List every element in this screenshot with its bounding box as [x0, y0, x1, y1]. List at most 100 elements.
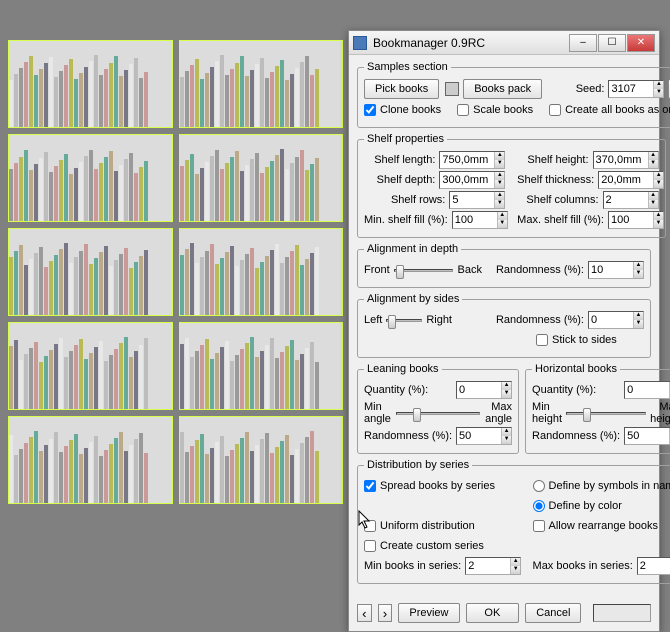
- shelf-rows-label: Shelf rows:: [364, 194, 445, 206]
- spinner-arrows-icon[interactable]: ▲▼: [501, 428, 511, 444]
- uniform-checkbox[interactable]: [364, 520, 376, 532]
- horiz-rand-spinner[interactable]: ▲▼: [624, 427, 670, 445]
- depth-rand-label: Randomness (%):: [496, 264, 584, 276]
- bookmanager-dialog: Bookmanager 0.9RC – ☐ ✕ Samples section …: [348, 30, 660, 632]
- shelf-thickness-spinner[interactable]: ▲▼: [598, 171, 664, 189]
- spinner-arrows-icon[interactable]: ▲▼: [497, 212, 507, 228]
- lean-qty-label: Quantity (%):: [364, 384, 452, 396]
- lean-rand-spinner[interactable]: ▲▼: [456, 427, 512, 445]
- horiz-qty-spinner[interactable]: ▲▼: [624, 381, 670, 399]
- lean-rand-label: Randomness (%):: [364, 430, 452, 442]
- stick-sides-checkbox[interactable]: [536, 334, 548, 346]
- depth-slider[interactable]: [394, 262, 454, 278]
- pick-books-swatch[interactable]: [445, 82, 459, 96]
- shelf-cell: [179, 134, 344, 222]
- pick-books-button[interactable]: Pick books: [364, 79, 439, 99]
- distribution-section: Distribution by series Spread books by s…: [357, 459, 670, 584]
- spinner-arrows-icon[interactable]: ▲▼: [510, 558, 520, 574]
- window-title: Bookmanager 0.9RC: [373, 36, 569, 50]
- shelf-cell: [8, 416, 173, 504]
- nav-prev-button[interactable]: ‹: [357, 604, 372, 622]
- min-series-spinner[interactable]: ▲▼: [465, 557, 521, 575]
- uniform-label: Uniform distribution: [380, 520, 475, 532]
- sides-rand-spinner[interactable]: ▲▼: [588, 311, 644, 329]
- lean-qty-spinner[interactable]: ▲▼: [456, 381, 512, 399]
- height-slider[interactable]: [566, 405, 646, 421]
- maximize-button[interactable]: ☐: [598, 34, 626, 52]
- shelf-length-label: Shelf length:: [364, 154, 435, 166]
- max-series-label: Max books in series:: [533, 560, 633, 572]
- shelf-rows-spinner[interactable]: ▲▼: [449, 191, 505, 209]
- spinner-arrows-icon[interactable]: ▲▼: [494, 172, 504, 188]
- define-symbols-radio[interactable]: [533, 480, 545, 492]
- nav-next-button[interactable]: ›: [378, 604, 393, 622]
- spinner-arrows-icon[interactable]: ▲▼: [648, 152, 658, 168]
- define-color-radio[interactable]: [533, 500, 545, 512]
- max-shelf-fill-label: Max. shelf fill (%):: [517, 214, 604, 226]
- shelf-properties-section: Shelf properties Shelf length:▲▼ Shelf h…: [357, 133, 666, 238]
- alignment-depth-section: Alignment in depth Front Back Randomness…: [357, 243, 651, 288]
- sides-slider[interactable]: [386, 312, 422, 328]
- create-all-checkbox[interactable]: [549, 104, 561, 116]
- horizontal-books-section: Horizontal books Quantity (%):▲▼ Min hei…: [525, 363, 670, 454]
- shelf-length-spinner[interactable]: ▲▼: [439, 151, 505, 169]
- allow-rearrange-label: Allow rearrange books: [549, 520, 658, 532]
- spinner-arrows-icon[interactable]: ▲▼: [501, 382, 511, 398]
- close-button[interactable]: ✕: [627, 34, 655, 52]
- min-shelf-fill-label: Min. shelf fill (%):: [364, 214, 448, 226]
- books-pack-button[interactable]: Books pack: [463, 79, 542, 99]
- define-color-label: Define by color: [549, 500, 622, 512]
- angle-slider[interactable]: [396, 405, 480, 421]
- define-symbols-label: Define by symbols in name:: [549, 480, 670, 492]
- right-label: Right: [426, 314, 452, 326]
- ok-button[interactable]: OK: [466, 603, 520, 623]
- horizontal-legend: Horizontal books: [532, 363, 620, 375]
- max-angle-label: Max angle: [484, 401, 512, 425]
- spinner-arrows-icon[interactable]: ▲▼: [633, 312, 643, 328]
- max-series-spinner[interactable]: ▲▼: [637, 557, 670, 575]
- spinner-arrows-icon[interactable]: ▲▼: [633, 262, 643, 278]
- shelf-cols-spinner[interactable]: ▲▼: [603, 191, 659, 209]
- samples-legend: Samples section: [364, 61, 451, 73]
- shelf-cell: [8, 134, 173, 222]
- seed-label: Seed:: [576, 83, 605, 95]
- seed-spinner[interactable]: ▲▼: [608, 80, 664, 98]
- spinner-arrows-icon[interactable]: ▲▼: [494, 192, 504, 208]
- minimize-button[interactable]: –: [569, 34, 597, 52]
- shelf-thickness-label: Shelf thickness:: [517, 174, 594, 186]
- spinner-arrows-icon[interactable]: ▲▼: [653, 172, 663, 188]
- samples-section: Samples section Pick books Books pack Se…: [357, 61, 670, 128]
- allow-rearrange-checkbox[interactable]: [533, 520, 545, 532]
- preview-button[interactable]: Preview: [398, 603, 459, 623]
- shelf-height-label: Shelf height:: [517, 154, 588, 166]
- spinner-arrows-icon[interactable]: ▲▼: [653, 81, 663, 97]
- spinner-arrows-icon[interactable]: ▲▼: [494, 152, 504, 168]
- leaning-books-section: Leaning books Quantity (%):▲▼ Min angle …: [357, 363, 519, 454]
- alignment-sides-section: Alignment by sides Left Right Randomness…: [357, 293, 651, 358]
- min-angle-label: Min angle: [364, 401, 392, 425]
- left-label: Left: [364, 314, 382, 326]
- clone-books-checkbox[interactable]: [364, 104, 376, 116]
- shelf-depth-spinner[interactable]: ▲▼: [439, 171, 505, 189]
- shelf-height-spinner[interactable]: ▲▼: [593, 151, 659, 169]
- custom-series-checkbox[interactable]: [364, 540, 376, 552]
- min-shelf-fill-spinner[interactable]: ▲▼: [452, 211, 508, 229]
- shelf-depth-label: Shelf depth:: [364, 174, 435, 186]
- spinner-arrows-icon[interactable]: ▲▼: [648, 192, 658, 208]
- status-bar: [593, 604, 651, 622]
- align-sides-legend: Alignment by sides: [364, 293, 462, 305]
- min-height-label: Min height: [532, 401, 562, 425]
- shelf-cell: [179, 40, 344, 128]
- depth-rand-spinner[interactable]: ▲▼: [588, 261, 644, 279]
- stick-sides-label: Stick to sides: [552, 334, 617, 346]
- spinner-arrows-icon[interactable]: ▲▼: [653, 212, 663, 228]
- cancel-button[interactable]: Cancel: [525, 603, 581, 623]
- spread-books-checkbox[interactable]: [364, 480, 376, 492]
- clone-books-label: Clone books: [380, 104, 441, 116]
- titlebar[interactable]: Bookmanager 0.9RC – ☐ ✕: [349, 31, 659, 55]
- max-height-label: Max height: [650, 401, 670, 425]
- shelf-cell: [8, 322, 173, 410]
- scale-books-checkbox[interactable]: [457, 104, 469, 116]
- sides-rand-label: Randomness (%):: [496, 314, 584, 326]
- max-shelf-fill-spinner[interactable]: ▲▼: [608, 211, 664, 229]
